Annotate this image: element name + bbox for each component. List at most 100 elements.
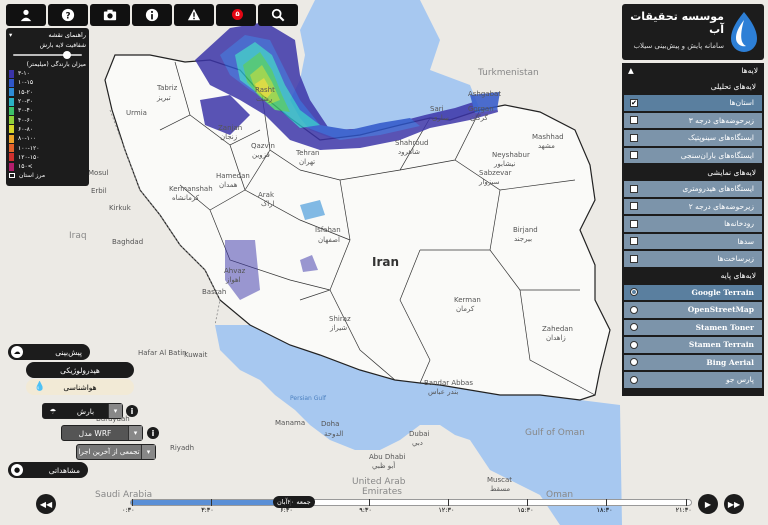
layer-item-base[interactable]: پارس جو — [622, 370, 764, 388]
map-label: رشت — [256, 95, 272, 103]
meteorology-label: هواشناسی — [63, 382, 97, 392]
radio-button[interactable] — [630, 288, 638, 297]
color-swatch — [9, 116, 14, 125]
legend-class-row: ۴۰-۶۰ — [9, 115, 86, 125]
play-icon[interactable]: ▶ — [698, 494, 718, 514]
model-select-label: مدل WRF — [78, 428, 112, 438]
chevron-down-icon: ▾ — [128, 426, 142, 440]
hydrology-label: هیدرولوژیکی — [60, 365, 100, 375]
legend-class-label: ۲۰-۳۰ — [18, 98, 34, 106]
layer-item-label: زیرحوضه‌های درجه ۲ — [688, 201, 754, 211]
map-label: Shahroud — [395, 139, 429, 147]
map-label: Neyshabur — [492, 151, 530, 159]
layer-item-label: پارس جو — [725, 375, 754, 385]
warning-button[interactable] — [174, 4, 214, 26]
map-label: Basrah — [202, 288, 226, 296]
checkbox[interactable] — [630, 202, 638, 211]
checkbox[interactable] — [630, 219, 638, 228]
map-label: شاهرود — [398, 148, 420, 156]
checkbox[interactable] — [630, 184, 638, 193]
chevron-up-icon: ▲ — [628, 65, 634, 75]
radio-button[interactable] — [630, 305, 638, 314]
legend-class-label: ۱۵-۲۰ — [18, 88, 34, 96]
radio-button[interactable] — [630, 358, 638, 367]
opacity-slider[interactable] — [13, 51, 82, 59]
hydrology-button[interactable]: هیدرولوژیکی — [26, 362, 134, 378]
info-icon — [145, 8, 159, 22]
map-label: Tehran — [295, 149, 319, 157]
layer-item-label: زیرحوضه‌های درجه ۳ — [688, 115, 754, 125]
map-label: بیرجند — [514, 235, 532, 243]
user-button[interactable] — [6, 4, 46, 26]
layer-item-label: ایستگاه‌های سینوپتیک — [688, 133, 754, 143]
model-info-icon[interactable]: i — [147, 427, 159, 439]
map-label: تبریز — [156, 94, 171, 102]
radio-button[interactable] — [630, 375, 638, 384]
checkbox[interactable] — [630, 133, 638, 142]
checkbox[interactable] — [630, 116, 638, 125]
layer-item-analytic[interactable]: ایستگاه‌های سینوپتیک — [622, 128, 764, 146]
info-button[interactable] — [132, 4, 172, 26]
checkbox[interactable] — [630, 151, 638, 160]
layer-item-base[interactable]: Stamen Terrain — [622, 335, 764, 353]
layer-item-label: Google Terrain — [691, 287, 754, 297]
checkbox[interactable] — [630, 254, 638, 263]
rain-select[interactable]: ☂ بارش ▾ — [42, 403, 123, 419]
layer-item-display[interactable]: ایستگاه‌های هیدرومتری — [622, 179, 764, 197]
legend-class-label: ۳۰-۴۰ — [18, 107, 34, 115]
layer-item-base[interactable]: OpenStreetMap — [622, 300, 764, 318]
map-label: کرمانشاه — [172, 194, 200, 202]
observations-button[interactable]: ● مشاهداتی — [8, 462, 88, 478]
layer-item-base[interactable]: Bing Aerial — [622, 352, 764, 370]
radio-button[interactable] — [630, 323, 638, 332]
skip-back-icon[interactable]: ◀◀ — [36, 494, 56, 514]
map-label: Ahvaz — [224, 267, 246, 275]
map-label: Doha — [321, 420, 339, 428]
cumulative-select[interactable]: تجمعی از آخرین اجرا ▾ — [76, 444, 156, 460]
layer-item-display[interactable]: سدها — [622, 231, 764, 249]
radio-button[interactable] — [630, 340, 638, 349]
layers-header[interactable]: ▲ لایه‌ها — [622, 63, 764, 77]
camera-button[interactable] — [90, 4, 130, 26]
map-label: تهران — [299, 158, 315, 166]
layer-item-base[interactable]: Stamen Toner — [622, 317, 764, 335]
chevron-down-icon[interactable]: ▾ — [9, 31, 12, 39]
layer-item-analytic[interactable]: ایستگاه‌های باران‌سنجی — [622, 145, 764, 163]
map-label: Riyadh — [170, 444, 194, 452]
layer-item-analytic[interactable]: زیرحوضه‌های درجه ۳ — [622, 110, 764, 128]
map-label: Iran — [372, 255, 399, 269]
layer-item-display[interactable]: رودخانه‌ها — [622, 214, 764, 232]
skip-forward-icon[interactable]: ▶▶ — [724, 494, 744, 514]
layer-item-label: ایستگاه‌های هیدرومتری — [682, 184, 754, 194]
map-label: Qazvin — [251, 142, 275, 150]
layer-item-label: Bing Aerial — [706, 357, 754, 367]
rain-info-icon[interactable]: i — [126, 405, 138, 417]
forecast-button[interactable]: ☁ پیش‌بینی — [8, 344, 90, 360]
search-button[interactable] — [258, 4, 298, 26]
layer-item-analytic[interactable]: ✔ استان‌ها — [622, 93, 764, 111]
layer-item-display[interactable]: زیرحوضه‌های درجه ۲ — [622, 196, 764, 214]
help-button[interactable]: ? — [48, 4, 88, 26]
legend-class-row: ۱۲۰-۱۵۰ — [9, 153, 86, 162]
checkbox[interactable] — [630, 237, 638, 246]
svg-text:?: ? — [65, 12, 70, 22]
province-border-swatch — [9, 173, 15, 179]
legend-class-label: ۴۰-۶۰ — [18, 116, 34, 124]
model-select[interactable]: مدل WRF ▾ — [61, 425, 143, 441]
meteorology-button[interactable]: 💧 هواشناسی — [26, 379, 134, 395]
checkbox[interactable]: ✔ — [630, 98, 638, 107]
timeline-track[interactable]: جمعه ۲۰آبان — [130, 496, 692, 508]
map-label: Ashgabat — [468, 90, 501, 98]
layer-item-display[interactable]: زیرساخت‌ها — [622, 249, 764, 267]
layer-item-base[interactable]: Google Terrain — [622, 282, 764, 300]
opacity-slider-knob[interactable] — [62, 51, 71, 59]
legend-unit-label: میزان بارندگی (میلیمتر) — [26, 61, 86, 68]
map-label: Zahedan — [542, 325, 573, 333]
map-label: Kerman — [454, 296, 481, 304]
alerts-button[interactable]: ۵ — [216, 4, 256, 26]
layer-item-label: سدها — [737, 236, 754, 246]
timeline-tick-mark — [606, 499, 608, 506]
legend-class-label: ۱۵۰< — [18, 163, 33, 171]
timeline-tick-mark — [132, 499, 133, 506]
map-label: أبو ظبي — [372, 461, 395, 470]
